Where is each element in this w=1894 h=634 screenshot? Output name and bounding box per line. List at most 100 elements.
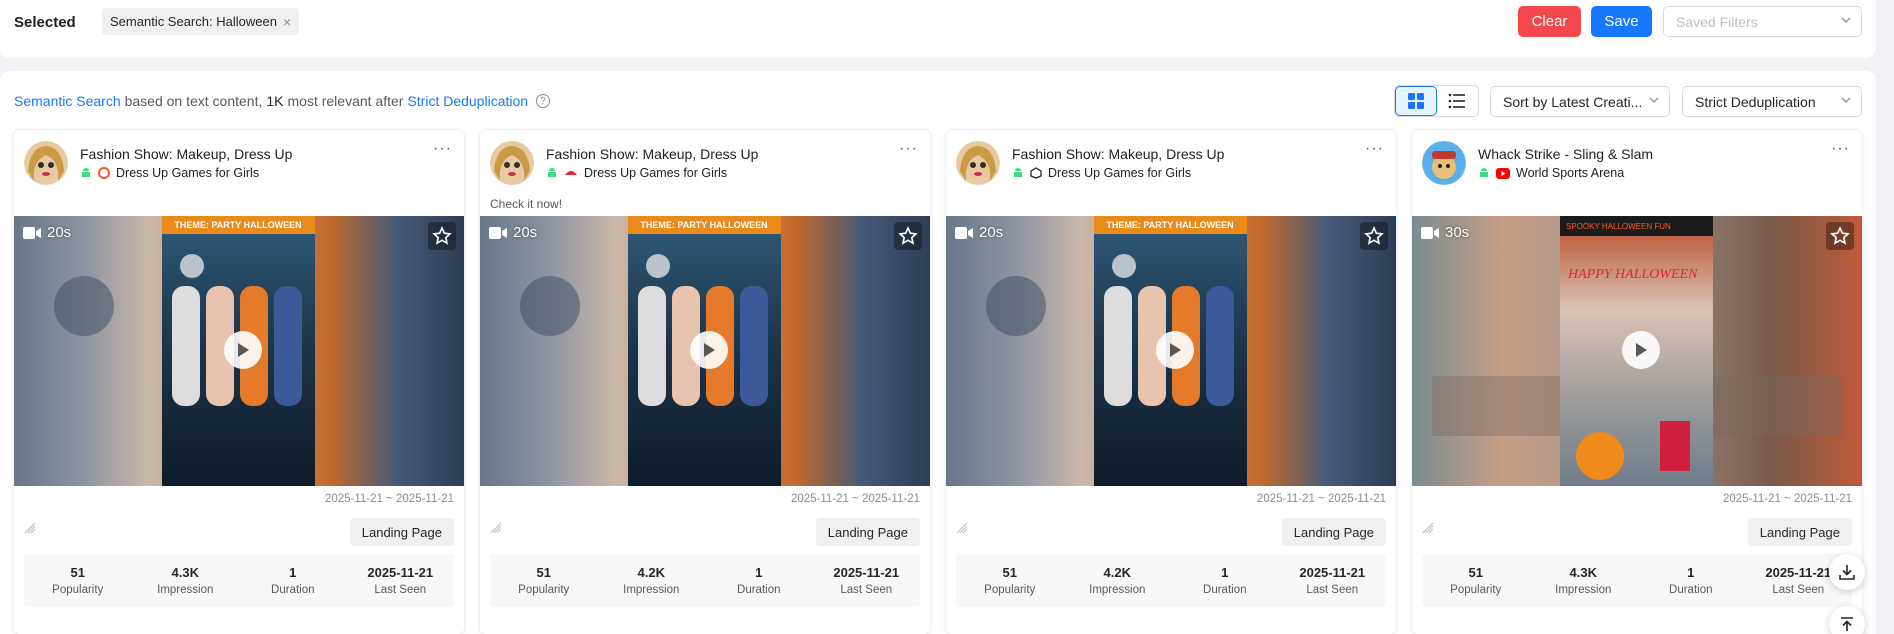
more-options-icon[interactable]: ···	[1831, 140, 1850, 158]
app-title[interactable]: Fashion Show: Makeup, Dress Up	[1012, 146, 1224, 162]
download-button[interactable]	[1829, 554, 1865, 590]
landing-page-button[interactable]: Landing Page	[815, 518, 920, 546]
app-publisher-row: World Sports Arena	[1478, 166, 1624, 180]
save-button[interactable]: Save	[1591, 6, 1652, 37]
landing-page-button[interactable]: Landing Page	[1281, 518, 1386, 546]
spooky-banner-text: SPOOKY HALLOWEEN FUN	[1566, 222, 1671, 231]
dedup-select[interactable]: Strict Deduplication	[1682, 86, 1862, 117]
view-toggle	[1394, 85, 1479, 117]
ad-caption: Check it now!	[490, 197, 563, 211]
android-icon	[82, 168, 90, 177]
landing-page-button[interactable]: Landing Page	[349, 518, 454, 546]
happy-halloween-text: HAPPY HALLOWEEN	[1567, 267, 1698, 282]
stat-popularity: 51 Popularity	[984, 565, 1036, 596]
chevron-down-icon	[1841, 17, 1851, 23]
clip-icon	[24, 522, 36, 534]
info-text-2: most relevant after	[287, 93, 404, 109]
favorite-star-icon[interactable]	[428, 222, 456, 250]
play-icon[interactable]	[690, 331, 728, 369]
video-duration: 20s	[954, 224, 1003, 241]
info-text-1: based on text content,	[124, 93, 263, 109]
strict-dedup-link[interactable]: Strict Deduplication	[407, 93, 528, 109]
publisher-name: World Sports Arena	[1516, 166, 1625, 180]
grid-view-button[interactable]	[1395, 86, 1437, 116]
video-preview[interactable]: THEME: PARTY HALLOWEEN 20s	[480, 216, 930, 486]
app-title[interactable]: Fashion Show: Makeup, Dress Up	[546, 146, 758, 162]
stat-duration: 1 Duration	[1203, 565, 1247, 596]
app-title[interactable]: Whack Strike - Sling & Slam	[1478, 146, 1653, 162]
theme-banner-text: THEME: PARTY HALLOWEEN	[1106, 220, 1233, 230]
more-options-icon[interactable]: ···	[433, 140, 452, 158]
creative-card[interactable]: Fashion Show: Makeup, Dress Up Dress Up …	[480, 130, 930, 634]
app-avatar[interactable]	[490, 141, 534, 185]
semantic-search-link[interactable]: Semantic Search	[14, 93, 121, 109]
app-title[interactable]: Fashion Show: Makeup, Dress Up	[80, 146, 292, 162]
theme-banner-text: THEME: PARTY HALLOWEEN	[640, 220, 767, 230]
stat-duration: 1 Duration	[737, 565, 781, 596]
video-preview[interactable]: SPOOKY HALLOWEEN FUN HAPPY HALLOWEEN 30s	[1412, 216, 1862, 486]
stat-impression: 4.2K Impression	[623, 565, 680, 596]
stat-duration: 1 Duration	[271, 565, 315, 596]
app-avatar[interactable]	[1422, 141, 1466, 185]
selected-filters-bar: Selected Semantic Search: Halloween × Cl…	[0, 0, 1876, 58]
date-range: 2025-11-21 ~ 2025-11-21	[324, 493, 454, 505]
favorite-star-icon[interactable]	[1360, 222, 1388, 250]
publisher-name: Dress Up Games for Girls	[1048, 166, 1192, 180]
video-duration: 20s	[488, 224, 537, 241]
play-icon[interactable]	[1622, 331, 1660, 369]
app-avatar[interactable]	[24, 141, 68, 185]
android-icon	[548, 168, 556, 177]
android-icon	[1480, 168, 1488, 177]
publisher-name: Dress Up Games for Girls	[584, 166, 728, 180]
app-publisher-row: Dress Up Games for Girls	[546, 166, 727, 180]
unity-icon	[1030, 167, 1042, 179]
close-icon[interactable]: ×	[283, 15, 291, 29]
chevron-down-icon	[1649, 97, 1659, 103]
arrow-up-icon	[1841, 617, 1853, 631]
landing-page-button[interactable]: Landing Page	[1747, 518, 1852, 546]
app-publisher-row: Dress Up Games for Girls	[80, 166, 259, 180]
creative-card[interactable]: Fashion Show: Makeup, Dress Up Dress Up …	[946, 130, 1396, 634]
stat-popularity: 51 Popularity	[1450, 565, 1502, 596]
creative-card[interactable]: Whack Strike - Sling & Slam World Sports…	[1412, 130, 1862, 634]
creative-card[interactable]: Fashion Show: Makeup, Dress Up Dress Up …	[14, 130, 464, 634]
clear-button[interactable]: Clear	[1518, 6, 1581, 37]
date-range: 2025-11-21 ~ 2025-11-21	[790, 493, 920, 505]
youtube-icon	[1496, 167, 1510, 179]
selected-label: Selected	[14, 14, 76, 31]
sort-select-value: Sort by Latest Creati...	[1503, 93, 1643, 110]
download-icon	[1839, 565, 1855, 580]
clip-icon	[956, 522, 968, 534]
video-preview[interactable]: THEME: PARTY HALLOWEEN 20s	[14, 216, 464, 486]
video-preview[interactable]: THEME: PARTY HALLOWEEN 20s	[946, 216, 1396, 486]
more-options-icon[interactable]: ···	[1365, 140, 1384, 158]
search-info: Semantic Search based on text content, 1…	[14, 93, 551, 109]
ad-network-icon	[98, 167, 110, 179]
stats-row: 51 Popularity 4.3K Impression 1 Duration 20…	[1422, 554, 1852, 607]
grid-icon	[1407, 93, 1424, 109]
stats-row: 51 Popularity 4.3K Impression 1 Duration 20…	[24, 554, 454, 607]
stat-last-seen: 2025-11-21 Last Seen	[367, 565, 434, 596]
stat-impression: 4.3K Impression	[1555, 565, 1612, 596]
app-avatar[interactable]	[956, 141, 1000, 185]
favorite-star-icon[interactable]	[1826, 222, 1854, 250]
stats-row: 51 Popularity 4.2K Impression 1 Duration 20…	[956, 554, 1386, 607]
stat-last-seen: 2025-11-21 Last Seen	[1299, 565, 1366, 596]
list-view-button[interactable]	[1437, 86, 1478, 116]
play-icon[interactable]	[1156, 331, 1194, 369]
sort-select[interactable]: Sort by Latest Creati...	[1490, 86, 1670, 117]
filter-chip-semantic-search[interactable]: Semantic Search: Halloween ×	[102, 8, 300, 35]
date-range: 2025-11-21 ~ 2025-11-21	[1722, 493, 1852, 505]
play-icon[interactable]	[224, 331, 262, 369]
back-to-top-button[interactable]	[1829, 606, 1865, 634]
saved-filters-select[interactable]: Saved Filters	[1663, 6, 1862, 37]
favorite-star-icon[interactable]	[894, 222, 922, 250]
more-options-icon[interactable]: ···	[899, 140, 918, 158]
video-camera-icon	[489, 226, 507, 239]
list-icon	[1448, 93, 1466, 109]
ad-network-icon	[565, 171, 577, 175]
stat-popularity: 51 Popularity	[52, 565, 104, 596]
clip-icon	[1422, 522, 1434, 534]
help-icon[interactable]: ?	[536, 94, 551, 108]
stat-popularity: 51 Popularity	[518, 565, 570, 596]
